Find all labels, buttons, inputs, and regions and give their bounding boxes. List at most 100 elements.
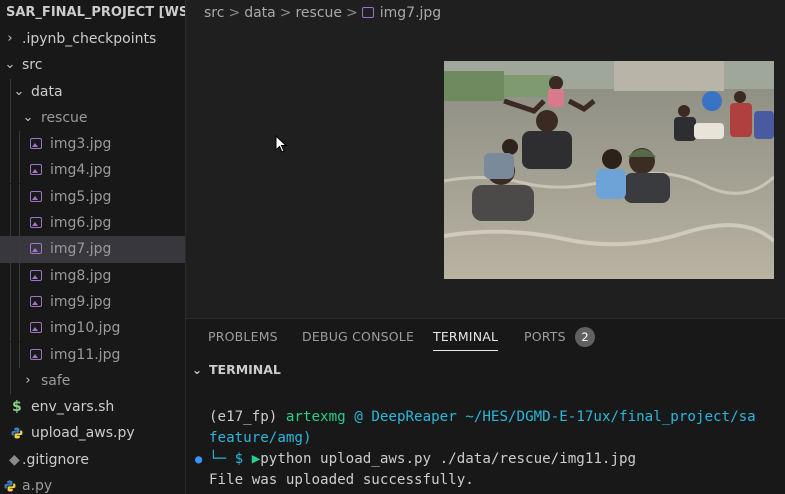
breadcrumb-file[interactable]: img7.jpg xyxy=(380,5,441,21)
image-file-icon xyxy=(30,164,42,176)
background-wall xyxy=(614,61,724,91)
chevron-down-icon: ⌄ xyxy=(22,109,34,125)
indent-guide xyxy=(10,341,11,368)
image-file-icon xyxy=(30,348,42,360)
indent-guide xyxy=(10,367,11,394)
command-status-dot-icon[interactable]: ● xyxy=(195,449,202,470)
tree-item-img3[interactable]: img3.jpg xyxy=(0,131,185,158)
tree-item-a-py[interactable]: a.py xyxy=(0,473,185,494)
indent-guide xyxy=(10,262,11,289)
terminal-section-title: TERMINAL xyxy=(209,362,281,377)
git-branch: feature/amg) xyxy=(209,430,312,446)
conda-env: (e17_fp) xyxy=(209,409,278,425)
person-head xyxy=(734,91,746,103)
indent-guide xyxy=(10,288,11,315)
indent-guide xyxy=(19,157,20,184)
chevron-right-icon: › xyxy=(25,372,31,388)
background-trees xyxy=(444,71,504,101)
image-preview xyxy=(444,61,774,279)
indent-guide xyxy=(19,131,20,158)
prompt-prefix: └─ $ xyxy=(209,451,244,467)
indent-guide xyxy=(19,288,20,315)
bottom-panel: PROBLEMS DEBUG CONSOLE TERMINAL PORTS 2 … xyxy=(186,318,785,494)
tree-item-rescue[interactable]: ⌄ rescue xyxy=(0,104,185,131)
breadcrumb-data[interactable]: data xyxy=(244,5,276,21)
tree-item-label: img8.jpg xyxy=(50,267,112,284)
tree-item-img8[interactable]: img8.jpg xyxy=(0,262,185,289)
tree-item-env-vars[interactable]: $ env_vars.sh xyxy=(0,394,185,420)
image-file-icon xyxy=(361,7,374,18)
tree-item-label: img11.jpg xyxy=(50,346,121,363)
tree-item-label: img7.jpg xyxy=(50,241,112,258)
tree-item-label: img3.jpg xyxy=(50,136,112,153)
child-head xyxy=(602,149,622,169)
mouse-cursor-icon xyxy=(275,135,287,153)
chevron-down-icon: ⌄ xyxy=(192,363,203,377)
breadcrumb-rescue[interactable]: rescue xyxy=(295,5,342,21)
tree-item-safe[interactable]: › safe xyxy=(0,367,185,394)
tree-item-img9[interactable]: img9.jpg xyxy=(0,288,185,315)
tree-item-label: src xyxy=(22,57,43,74)
tab-ports[interactable]: PORTS xyxy=(524,329,566,344)
tree-item-label: .gitignore xyxy=(22,451,89,468)
breadcrumb-src[interactable]: src xyxy=(204,5,224,21)
tree-item-img4[interactable]: img4.jpg xyxy=(0,157,185,184)
tree-item-label: env_vars.sh xyxy=(31,399,115,416)
indent-guide xyxy=(10,104,11,131)
man-body xyxy=(522,131,572,169)
terminal-line: └─ $ ▶python upload_aws.py ./data/rescue… xyxy=(209,449,636,470)
indent-guide xyxy=(19,341,20,368)
indent-guide xyxy=(19,210,20,237)
tree-item-label: img6.jpg xyxy=(50,215,112,232)
tree-item-src[interactable]: ⌄ src xyxy=(0,52,185,78)
terminal-section-header[interactable]: ⌄ TERMINAL xyxy=(186,357,785,383)
indent-guide xyxy=(10,183,11,210)
tree-item-img11[interactable]: img11.jpg xyxy=(0,341,185,368)
terminal-user: artexmg xyxy=(285,409,346,425)
background-foliage xyxy=(504,75,554,97)
tree-item-label: data xyxy=(31,83,63,100)
tree-item-img7[interactable]: img7.jpg xyxy=(0,236,185,263)
blue-bundle xyxy=(702,91,722,111)
person-body xyxy=(730,103,752,137)
terminal-at: @ xyxy=(354,409,363,425)
tree-item-data[interactable]: ⌄ data xyxy=(0,78,185,105)
tree-item-label: img4.jpg xyxy=(50,162,112,179)
image-file-icon xyxy=(30,295,42,307)
tab-debug-console[interactable]: DEBUG CONSOLE xyxy=(302,329,414,344)
tree-item-ipynb-checkpoints[interactable]: › .ipynb_checkpoints xyxy=(0,26,185,52)
python-file-icon xyxy=(4,480,16,492)
tree-item-upload-aws[interactable]: upload_aws.py xyxy=(0,420,185,446)
man-head xyxy=(536,110,558,132)
chevron-right-icon: › xyxy=(7,31,13,46)
explorer-title[interactable]: SAR_FINAL_PROJECT [WSL... xyxy=(0,0,185,26)
indent-guide xyxy=(10,210,11,237)
tab-problems[interactable]: PROBLEMS xyxy=(208,329,278,344)
explorer-sidebar: SAR_FINAL_PROJECT [WSL... › .ipynb_check… xyxy=(0,0,186,494)
child-body xyxy=(548,89,564,107)
tree-item-gitignore[interactable]: ◆ .gitignore xyxy=(0,447,185,473)
image-file-icon xyxy=(30,190,42,202)
person-body xyxy=(674,117,696,141)
terminal-path: ~/HES/DGMD-E-17ux/final_project/sa xyxy=(465,409,756,425)
python-file-icon xyxy=(11,427,23,439)
tree-item-label: img9.jpg xyxy=(50,293,112,310)
tree-item-img10[interactable]: img10.jpg xyxy=(0,315,185,342)
tree-item-img6[interactable]: img6.jpg xyxy=(0,210,185,237)
tree-item-label: img5.jpg xyxy=(50,188,112,205)
terminal-output-text: File was uploaded successfully. xyxy=(209,472,474,488)
terminal-line: (e17_fp) artexmg @ DeepReaper ~/HES/DGMD… xyxy=(209,407,756,428)
tab-terminal[interactable]: TERMINAL xyxy=(433,329,499,351)
person-body xyxy=(754,111,774,139)
terminal-output[interactable]: (e17_fp) artexmg @ DeepReaper ~/HES/DGMD… xyxy=(186,407,785,494)
terminal-line: feature/amg) xyxy=(209,428,312,449)
indent-guide xyxy=(19,236,20,263)
chevron-down-icon: ⌄ xyxy=(4,57,16,73)
image-file-icon xyxy=(30,138,42,150)
indent-guide xyxy=(10,78,11,105)
indent-guide xyxy=(10,236,11,263)
breadcrumb-separator: > xyxy=(346,5,358,21)
tree-item-img5[interactable]: img5.jpg xyxy=(0,183,185,210)
indent-guide xyxy=(10,315,11,342)
image-file-icon xyxy=(30,269,42,281)
